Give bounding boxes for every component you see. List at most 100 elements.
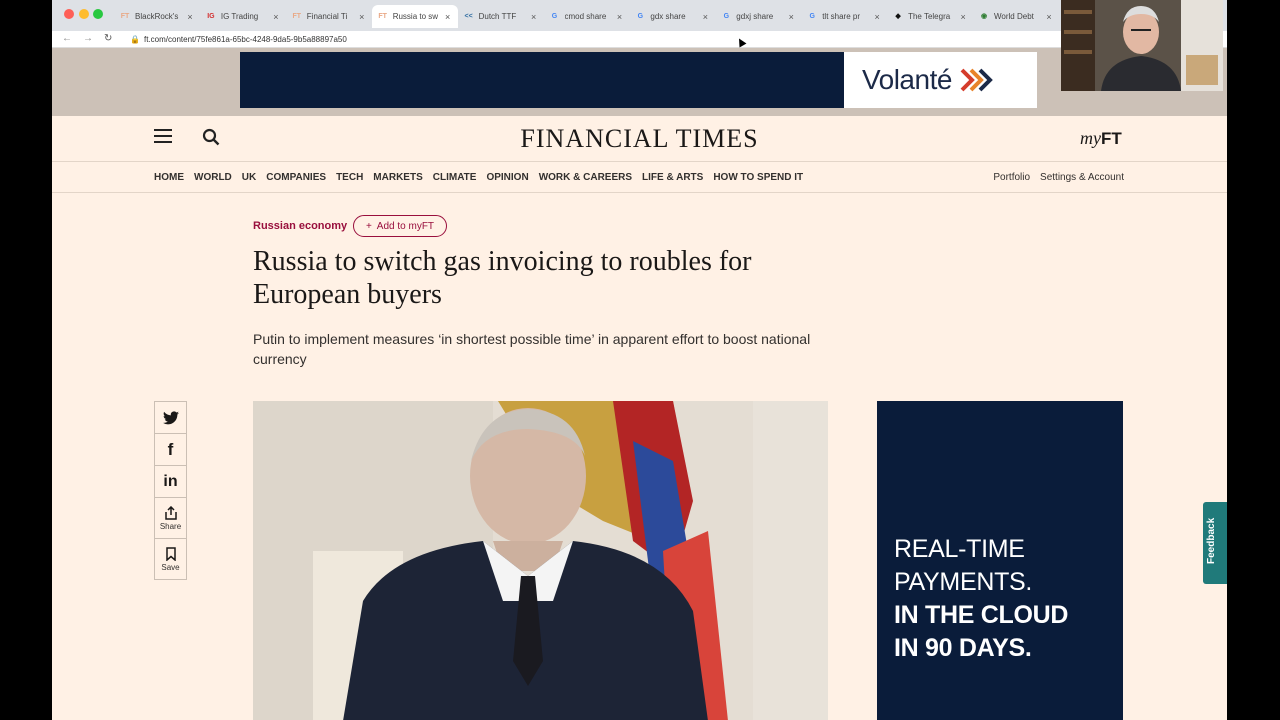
nav-item[interactable]: MARKETS	[373, 172, 422, 183]
tab-close-icon[interactable]: ×	[614, 12, 626, 22]
close-window-button[interactable]	[64, 9, 74, 19]
tab-favicon-icon: G	[809, 12, 815, 20]
tab-close-icon[interactable]: ×	[1043, 12, 1055, 22]
facebook-icon: f	[167, 439, 174, 459]
side-ad-line-4: IN 90 DAYS.	[894, 634, 1032, 662]
article-headline: Russia to switch gas invoicing to rouble…	[253, 246, 752, 310]
minimize-window-button[interactable]	[79, 9, 89, 19]
myft-link[interactable]: myFT	[1080, 128, 1122, 149]
tab-favicon-icon: G	[723, 12, 730, 20]
tab-close-icon[interactable]: ×	[871, 12, 883, 22]
twitter-share-button[interactable]	[154, 401, 187, 434]
nav-portfolio[interactable]: Portfolio	[993, 172, 1030, 183]
side-ad-text: REAL-TIME PAYMENTS. IN THE CLOUD IN 90 D…	[894, 533, 1068, 665]
screen: FT BlackRock's × IG IG Trading × FT Financial T…	[0, 0, 1280, 720]
browser-tab[interactable]: ◆ The Telegra ×	[887, 5, 973, 28]
browser-tab[interactable]: FT Russia to sw ×	[371, 5, 458, 28]
ft-masthead[interactable]: FINANCIAL TIMES	[52, 124, 1227, 154]
share-button[interactable]: Share	[154, 497, 187, 539]
plus-icon: +	[365, 220, 372, 232]
tab-favicon-icon: ◉	[980, 12, 988, 20]
tab-favicon-icon: ◆	[895, 12, 901, 20]
tab-favicon-icon: FT	[120, 12, 130, 20]
tab-favicon-icon: FT	[378, 12, 387, 20]
browser-tab[interactable]: IG IG Trading ×	[200, 5, 286, 28]
volante-logo-text: Volanté	[862, 64, 952, 95]
browser-tab[interactable]: ◉ World Debt ×	[973, 5, 1059, 28]
volante-logo-icon	[960, 68, 993, 92]
tab-title: Russia to sw	[392, 12, 439, 21]
nav-items: HOME WORLD UK COMPANIES TECH MARKETS CLIMATE OP…	[154, 172, 803, 183]
share-column: f in Share Save	[154, 401, 188, 580]
tab-close-icon[interactable]: ×	[356, 12, 368, 22]
tab-title: BlackRock's	[135, 12, 179, 21]
tab-close-icon[interactable]: ×	[785, 12, 797, 22]
address-bar[interactable]: 🔒 ft.com/content/75fe861a-65bc-4248-9da5…	[126, 33, 1206, 47]
myft-prefix: my	[1080, 128, 1101, 148]
lock-icon: 🔒	[130, 35, 140, 44]
article-photo	[253, 401, 828, 720]
browser-tab[interactable]: Ggdxj share ×	[715, 5, 801, 28]
browser-tab[interactable]: Gcmod share ×	[544, 5, 630, 28]
webcam-feed-illustration	[1061, 0, 1223, 91]
tab-title: Dutch TTF	[478, 12, 517, 21]
site-header: FINANCIAL TIMES myFT	[52, 116, 1227, 162]
tab-title: World Debt	[994, 12, 1034, 21]
tab-strip: FT BlackRock's × IG IG Trading × FT Financial T…	[52, 0, 1227, 31]
maximize-window-button[interactable]	[93, 9, 103, 19]
nav-item[interactable]: WORK & CAREERS	[539, 172, 632, 183]
browser-tab[interactable]: Ggdx share ×	[629, 5, 715, 28]
tab-title: gdxj share	[736, 12, 774, 21]
myft-suffix: FT	[1101, 129, 1122, 148]
tab-title: gdx share	[650, 12, 686, 21]
nav-item[interactable]: TECH	[336, 172, 363, 183]
linkedin-share-button[interactable]: in	[154, 465, 187, 498]
nav-item[interactable]: HOW TO SPEND IT	[713, 172, 803, 183]
share-icon	[164, 505, 177, 520]
tab-title: IG Trading	[220, 12, 259, 21]
side-ad[interactable]: REAL-TIME PAYMENTS. IN THE CLOUD IN 90 D…	[877, 401, 1123, 720]
volante-ad[interactable]: Volanté	[844, 52, 1037, 108]
nav-item[interactable]: HOME	[154, 172, 184, 183]
nav-item[interactable]: WORLD	[194, 172, 232, 183]
linkedin-icon: in	[163, 472, 178, 490]
save-button[interactable]: Save	[154, 538, 187, 580]
browser-tab[interactable]: << Dutch TTF ×	[458, 5, 544, 28]
tab-close-icon[interactable]: ×	[699, 12, 711, 22]
tab-close-icon[interactable]: ×	[957, 12, 969, 22]
nav-item[interactable]: COMPANIES	[266, 172, 326, 183]
add-to-myft-label: Add to myFT	[376, 220, 435, 232]
bookmark-icon	[165, 546, 176, 561]
tab-title: cmod share	[564, 12, 607, 21]
url-text: ft.com/content/75fe861a-65bc-4248-9da5-9…	[144, 35, 347, 44]
tab-close-icon[interactable]: ×	[528, 12, 540, 22]
nav-item[interactable]: CLIMATE	[433, 172, 477, 183]
main-nav: HOME WORLD UK COMPANIES TECH MARKETS CLIMATE OP…	[52, 163, 1227, 193]
nav-settings-account[interactable]: Settings & Account	[1040, 172, 1124, 183]
reload-icon[interactable]: ↻	[104, 33, 112, 44]
browser-tab[interactable]: FT BlackRock's ×	[114, 5, 200, 28]
tab-title: tlt share pr	[822, 12, 860, 21]
top-ad-banner[interactable]	[240, 52, 844, 108]
tab-favicon-icon: IG	[207, 12, 215, 20]
back-arrow-icon[interactable]: ←	[62, 33, 72, 44]
nav-item[interactable]: OPINION	[486, 172, 528, 183]
save-label: Save	[161, 562, 180, 572]
tab-favicon-icon: <<	[464, 12, 473, 20]
facebook-share-button[interactable]: f	[154, 433, 187, 466]
feedback-label: Feedback	[1206, 517, 1217, 564]
feedback-tab[interactable]: Feedback	[1203, 502, 1227, 584]
browser-window: FT BlackRock's × IG IG Trading × FT Financial T…	[52, 0, 1227, 720]
tab-favicon-icon: G	[637, 12, 644, 20]
browser-tab[interactable]: Gtlt share pr ×	[801, 5, 887, 28]
nav-item[interactable]: UK	[242, 172, 256, 183]
tab-close-icon[interactable]: ×	[442, 12, 454, 22]
forward-arrow-icon[interactable]: →	[83, 33, 93, 44]
add-to-myft-button[interactable]: + Add to myFT	[353, 215, 447, 237]
browser-toolbar: ← → ↻ 🔒 ft.com/content/75fe861a-65bc-424…	[52, 31, 1227, 48]
nav-item[interactable]: LIFE & ARTS	[642, 172, 703, 183]
topic-link[interactable]: Russian economy	[253, 220, 347, 232]
tab-close-icon[interactable]: ×	[270, 12, 282, 22]
browser-tab[interactable]: FT Financial Ti ×	[286, 5, 372, 28]
tab-close-icon[interactable]: ×	[184, 12, 196, 22]
